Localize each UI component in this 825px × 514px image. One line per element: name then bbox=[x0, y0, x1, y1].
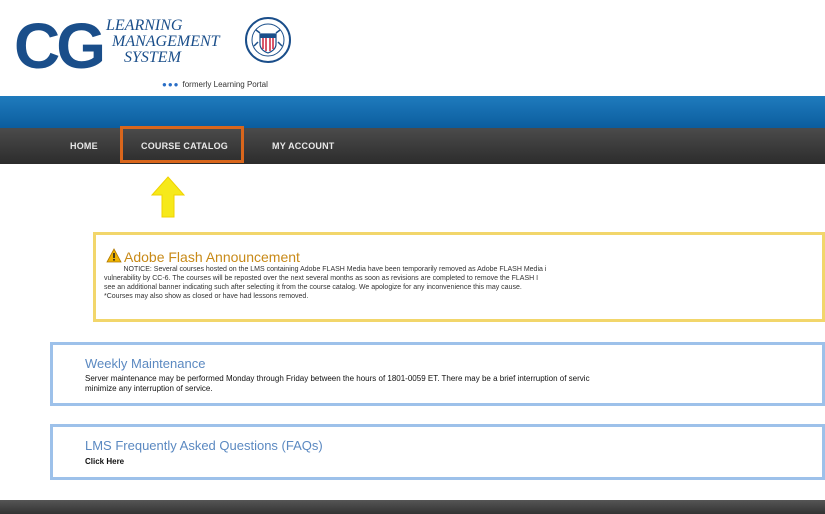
logo-tagline-text: formerly Learning Portal bbox=[182, 80, 268, 89]
logo-line-learning: LEARNING bbox=[106, 17, 183, 34]
weekly-maintenance-body: Server maintenance may be performed Mond… bbox=[85, 374, 590, 393]
weekly-maintenance-panel: Weekly Maintenance Server maintenance ma… bbox=[50, 342, 825, 406]
weekly-maintenance-title: Weekly Maintenance bbox=[85, 356, 206, 371]
nav-my-account[interactable]: MY ACCOUNT bbox=[272, 128, 335, 164]
header-blue-band bbox=[0, 96, 825, 128]
faq-panel: LMS Frequently Asked Questions (FAQs) Cl… bbox=[50, 424, 825, 480]
flash-announcement-title: Adobe Flash Announcement bbox=[124, 249, 300, 265]
cg-lms-logo[interactable]: CG LEARNING MANAGEMENT SYSTEM ●●● formerl… bbox=[14, 6, 314, 96]
flash-announcement-panel: Adobe Flash Announcement NOTICE: Several… bbox=[93, 232, 825, 322]
logo-wordmark: LEARNING MANAGEMENT SYSTEM bbox=[106, 18, 220, 66]
logo-line-management: MANAGEMENT bbox=[112, 33, 220, 50]
warning-icon bbox=[106, 248, 122, 263]
nav-home[interactable]: HOME bbox=[70, 128, 98, 164]
pointer-arrow-icon bbox=[150, 176, 186, 218]
logo-tagline: ●●● formerly Learning Portal bbox=[162, 80, 268, 89]
course-catalog-highlight-box bbox=[120, 126, 244, 163]
footer-bar bbox=[0, 500, 825, 514]
faq-title[interactable]: LMS Frequently Asked Questions (FAQs) bbox=[85, 438, 323, 453]
flash-announcement-body: NOTICE: Several courses hosted on the LM… bbox=[104, 266, 547, 300]
faq-click-here-link[interactable]: Click Here bbox=[85, 457, 124, 467]
logo-initials: CG bbox=[14, 10, 106, 82]
logo-tagline-dots: ●●● bbox=[162, 80, 180, 89]
coast-guard-seal-icon bbox=[245, 17, 291, 63]
logo-line-system: SYSTEM bbox=[124, 49, 181, 66]
